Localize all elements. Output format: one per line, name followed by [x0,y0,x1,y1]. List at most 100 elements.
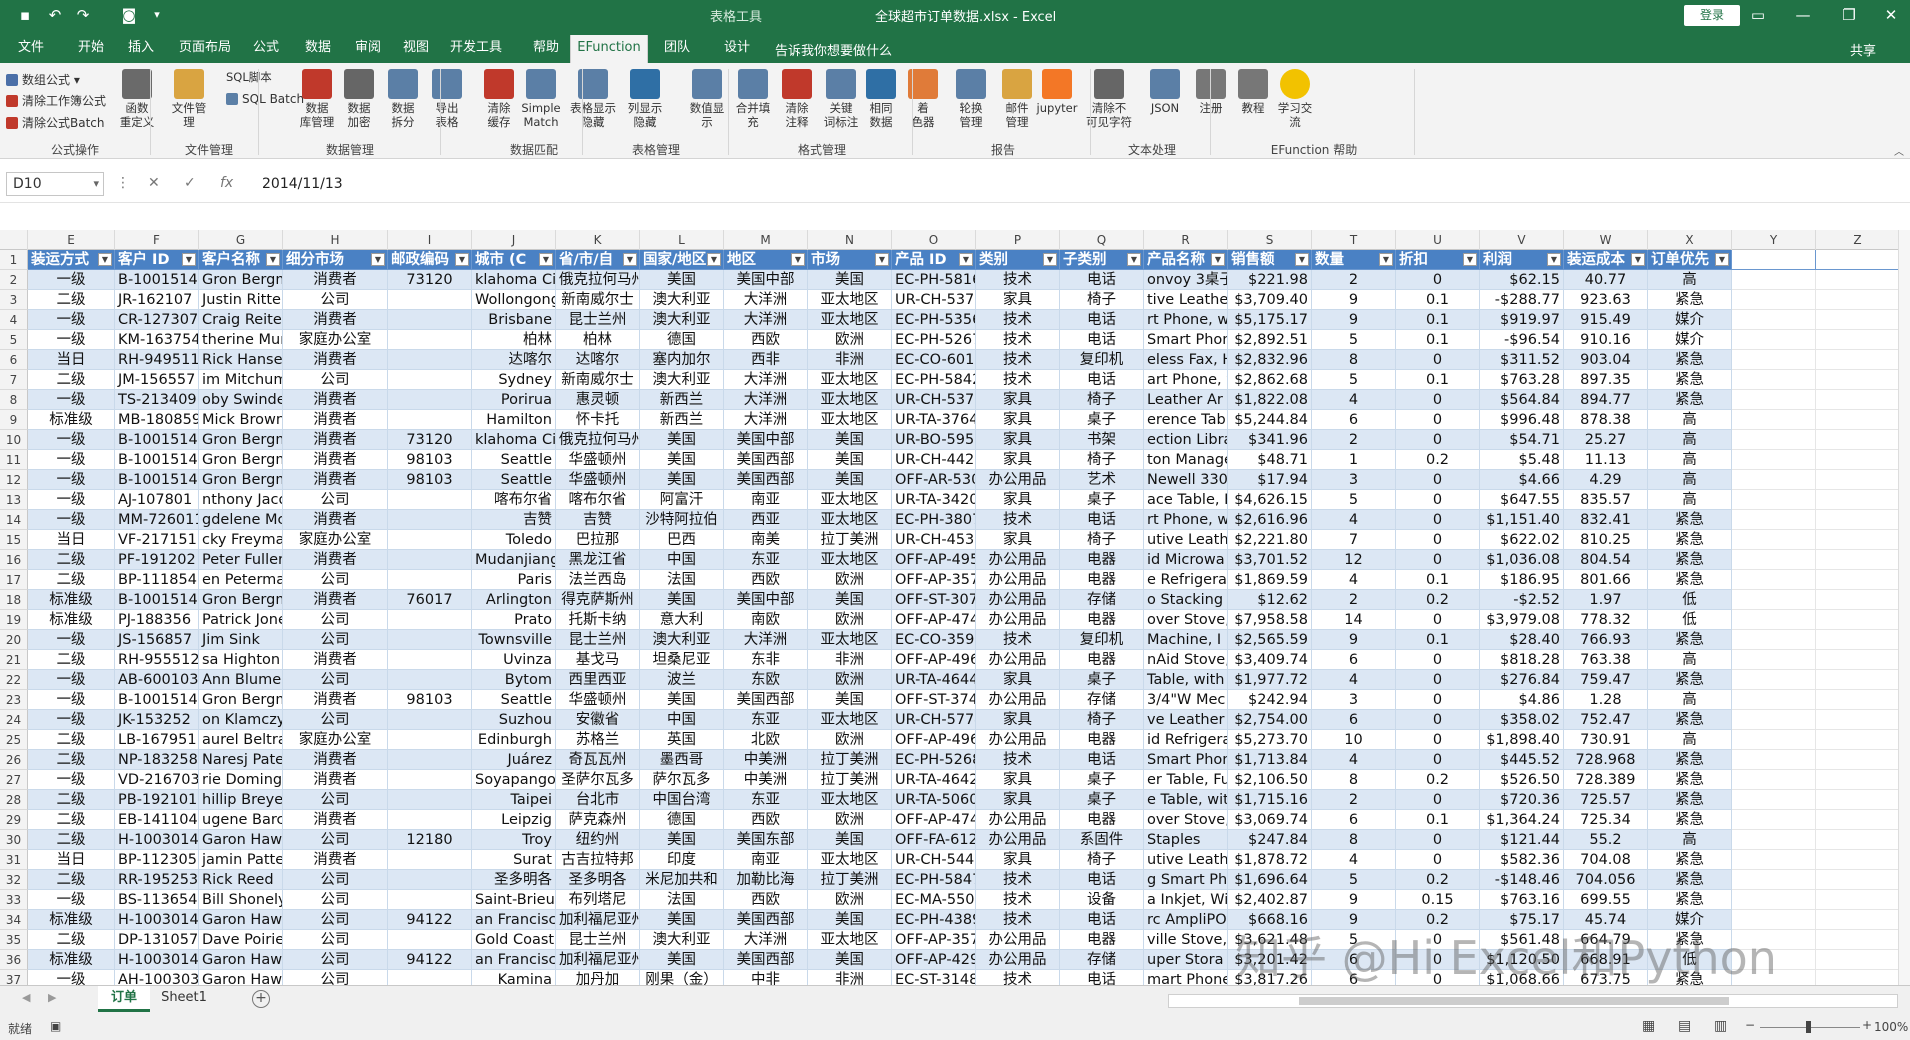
data-cell[interactable]: H-1003014 [115,950,199,970]
data-cell[interactable]: art Phone, w [1144,370,1228,390]
data-cell[interactable]: Newell 330 [1144,470,1228,490]
data-cell[interactable]: 技术 [976,350,1060,370]
data-cell[interactable]: 美国西部 [724,450,808,470]
data-cell[interactable]: UR-CH-5774 [892,710,976,730]
data-cell[interactable]: 903.04 [1564,350,1648,370]
data-cell[interactable]: UR-CH-453 [892,530,976,550]
data-cell[interactable]: 728.389 [1564,770,1648,790]
data-cell[interactable]: 9 [1312,310,1396,330]
data-cell[interactable]: 复印机 [1060,630,1144,650]
data-cell[interactable]: RR-195253 [115,870,199,890]
data-cell[interactable]: 西里西亚 [556,670,640,690]
filter-dropdown-icon[interactable]: ▼ [455,253,469,266]
data-cell[interactable]: 美国 [640,690,724,710]
empty-cell[interactable] [1732,270,1816,290]
data-cell[interactable]: $358.02 [1480,710,1564,730]
data-cell[interactable]: UR-CH-442 [892,450,976,470]
data-cell[interactable]: OFF-AP-4743 [892,810,976,830]
data-cell[interactable]: 897.35 [1564,370,1648,390]
data-cell[interactable]: 当日 [28,350,115,370]
data-cell[interactable]: Garon Hawkir [199,970,283,985]
data-cell[interactable]: 美国 [640,950,724,970]
data-cell[interactable] [388,670,472,690]
data-cell[interactable]: EC-PH-5847 [892,870,976,890]
data-cell[interactable]: 当日 [28,850,115,870]
data-cell[interactable]: VD-216703 [115,770,199,790]
data-cell[interactable]: 英国 [640,730,724,750]
data-cell[interactable]: 一级 [28,970,115,985]
data-cell[interactable]: 二级 [28,370,115,390]
data-cell[interactable]: e Table, with [1144,790,1228,810]
data-cell[interactable]: Porirua [472,390,556,410]
data-cell[interactable]: 吉赞 [472,510,556,530]
sheet-tab-sheet1[interactable]: Sheet1 [158,986,210,1012]
empty-cell[interactable] [1816,830,1900,850]
empty-cell[interactable] [1816,610,1900,630]
data-cell[interactable]: $763.28 [1480,370,1564,390]
data-cell[interactable]: 二级 [28,870,115,890]
empty-cell[interactable] [1732,770,1816,790]
empty-cell[interactable] [1816,250,1900,270]
data-cell[interactable]: 拉丁美洲 [808,530,892,550]
data-cell[interactable]: $5,244.84 [1228,410,1312,430]
data-cell[interactable]: Smart Phon [1144,750,1228,770]
data-cell[interactable]: EC-PH-5816 [892,270,976,290]
data-cell[interactable]: ace Table, Fu [1144,490,1228,510]
data-cell[interactable]: 办公用品 [976,550,1060,570]
empty-cell[interactable] [1732,750,1816,770]
column-title-cell[interactable]: 子类别 ▼ [1060,250,1144,270]
data-cell[interactable]: 1.28 [1564,690,1648,710]
data-cell[interactable]: 波兰 [640,670,724,690]
data-cell[interactable]: 家庭办公室 [283,330,388,350]
page-break-view-icon[interactable]: ▥ [1714,1018,1727,1034]
data-cell[interactable]: 家具 [976,410,1060,430]
data-cell[interactable]: 759.47 [1564,670,1648,690]
data-cell[interactable]: 2 [1312,790,1396,810]
data-cell[interactable]: 0.1 [1396,310,1480,330]
data-cell[interactable]: cky Freymar [199,530,283,550]
data-cell[interactable]: 北欧 [724,730,808,750]
data-cell[interactable]: 公司 [283,830,388,850]
data-cell[interactable]: 0 [1396,750,1480,770]
data-cell[interactable]: 8 [1312,350,1396,370]
data-cell[interactable]: RH-955512 [115,650,199,670]
data-cell[interactable]: 消费者 [283,470,388,490]
data-cell[interactable]: 消费者 [283,690,388,710]
data-cell[interactable]: 紧急 [1648,350,1732,370]
empty-cell[interactable] [1816,330,1900,350]
data-cell[interactable]: 当日 [28,530,115,550]
empty-cell[interactable] [1816,490,1900,510]
empty-cell[interactable] [1816,970,1900,985]
data-cell[interactable]: 公司 [283,950,388,970]
data-cell[interactable] [388,630,472,650]
data-cell[interactable]: B-1001514 [115,590,199,610]
data-cell[interactable]: RH-949511 [115,350,199,370]
data-cell[interactable]: CR-127307 [115,310,199,330]
data-cell[interactable]: 法国 [640,570,724,590]
data-cell[interactable]: Edinburgh [472,730,556,750]
page-layout-view-icon[interactable]: ▤ [1678,1018,1691,1034]
data-cell[interactable]: 艺术 [1060,470,1144,490]
data-cell[interactable]: $564.84 [1480,390,1564,410]
data-cell[interactable]: 喀布尔省 [556,490,640,510]
data-cell[interactable]: 消费者 [283,510,388,530]
column-header[interactable]: E [28,230,115,250]
data-cell[interactable]: 达喀尔 [556,350,640,370]
empty-cell[interactable] [1816,290,1900,310]
data-cell[interactable]: $1,364.24 [1480,810,1564,830]
data-cell[interactable]: 非洲 [808,650,892,670]
data-cell[interactable]: 亚太地区 [808,710,892,730]
data-cell[interactable]: 766.93 [1564,630,1648,650]
data-cell[interactable]: $3,709.40 [1228,290,1312,310]
data-cell[interactable]: 系固件 [1060,830,1144,850]
data-cell[interactable]: 墨西哥 [640,750,724,770]
cancel-icon[interactable]: ✕ [148,175,160,191]
filter-dropdown-icon[interactable]: ▼ [1295,253,1309,266]
data-cell[interactable]: 媒介 [1648,330,1732,350]
data-cell[interactable]: 亚太地区 [808,630,892,650]
data-cell[interactable]: 办公用品 [976,650,1060,670]
data-cell[interactable]: Surat [472,850,556,870]
empty-cell[interactable] [1816,890,1900,910]
empty-cell[interactable] [1816,530,1900,550]
data-cell[interactable]: 新南威尔士 [556,370,640,390]
